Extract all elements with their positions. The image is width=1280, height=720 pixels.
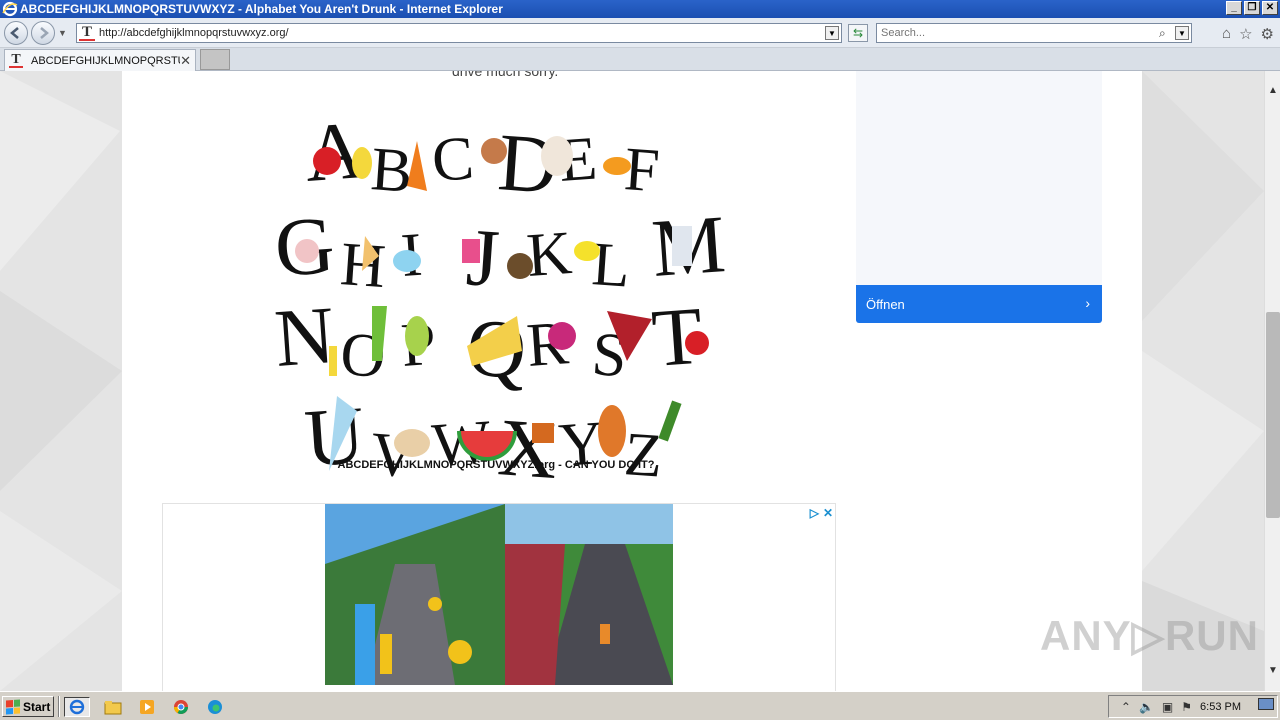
refresh-button[interactable]: ⇆: [848, 24, 868, 42]
banana-icon: [352, 147, 372, 179]
media-player-icon: [140, 700, 154, 714]
lemon-icon: [574, 241, 600, 261]
volume-icon[interactable]: 🔈: [1139, 700, 1154, 714]
favorites-star-icon[interactable]: ☆: [1239, 25, 1252, 43]
settings-gear-icon[interactable]: ⚙: [1261, 25, 1274, 43]
alphabet-letter-l: L: [590, 230, 633, 300]
navigation-bar: ▼ T http://abcdefghijklmnopqrstuvwxyz.or…: [0, 18, 1280, 48]
milk-icon: [672, 226, 692, 266]
home-icon[interactable]: ⌂: [1222, 25, 1231, 43]
alphabet-letter-k: K: [525, 219, 575, 290]
taskbar-separator: [58, 696, 60, 717]
kiwi-icon: [507, 253, 533, 279]
vanilla-icon: [394, 429, 430, 457]
chevron-right-icon: ›: [1085, 295, 1090, 311]
minimize-button[interactable]: _: [1226, 1, 1242, 15]
refresh-icon: ⇆: [852, 26, 864, 40]
advertisement[interactable]: ▷ ✕: [162, 503, 836, 691]
alphabet-illustration: ABCDEFGHIJKLMNOPQRSTUVWXYZ: [272, 111, 727, 481]
search-dropdown-icon[interactable]: ▼: [1175, 26, 1189, 40]
chrome-icon: [174, 700, 188, 714]
vertical-scrollbar[interactable]: ▲ ▼: [1264, 71, 1280, 691]
page-content: drive much sorry. ABCDEFGHIJKLMNOPQRSTUV…: [122, 71, 1142, 691]
windows-logo-icon: [6, 699, 20, 714]
ice-icon: [393, 250, 421, 272]
open-ad-button[interactable]: Öffnen ›: [856, 285, 1102, 323]
scroll-down-icon[interactable]: ▼: [1265, 663, 1280, 679]
back-button[interactable]: [4, 21, 28, 45]
fish-icon: [603, 157, 631, 175]
address-dropdown-icon[interactable]: ▼: [825, 26, 839, 40]
ad-choices[interactable]: ▷ ✕: [810, 506, 833, 520]
taskbar-clock[interactable]: 6:53 PM: [1200, 701, 1241, 713]
tray-expand-icon[interactable]: ⌃: [1121, 700, 1131, 714]
search-box[interactable]: ⌕ ▼: [876, 23, 1192, 43]
show-desktop-icon[interactable]: [1258, 698, 1274, 710]
system-tray: ⌃ 🔈 ▣ ⚑ 6:53 PM: [1108, 695, 1278, 718]
window-controls: _ ❐ ✕: [1226, 1, 1278, 15]
taskbar-chrome-icon[interactable]: [168, 697, 194, 717]
yam-icon: [598, 405, 626, 457]
start-label: Start: [23, 699, 51, 714]
raspberry-icon: [548, 322, 576, 350]
search-icon[interactable]: ⌕: [1159, 26, 1173, 40]
alphabet-letter-z: Z: [622, 420, 665, 481]
taskbar-edge-icon[interactable]: [202, 697, 228, 717]
page-viewport: drive much sorry. ABCDEFGHIJKLMNOPQRSTUV…: [0, 71, 1264, 691]
forward-arrow-icon: [40, 27, 49, 39]
browser-toolbar-icons: ⌂ ☆ ⚙: [1222, 25, 1274, 43]
tab-title: ABCDEFGHIJKLMNOPQRSTU...: [31, 54, 181, 67]
maximize-button[interactable]: ❐: [1244, 1, 1260, 15]
tab-alphabet[interactable]: T ABCDEFGHIJKLMNOPQRSTU... ✕: [4, 49, 196, 71]
zucchini-icon: [658, 400, 682, 442]
taskbar: Start ⌃ 🔈 ▣ ⚑ 6:53 PM: [0, 691, 1280, 720]
forward-button[interactable]: [31, 21, 55, 45]
donut-icon: [481, 138, 507, 164]
history-dropdown-icon[interactable]: ▼: [58, 28, 67, 38]
adchoices-icon[interactable]: ▷: [810, 506, 819, 520]
side-advertisement: [856, 71, 1102, 285]
network-icon[interactable]: ▣: [1162, 700, 1173, 714]
tab-close-icon[interactable]: ✕: [180, 53, 191, 69]
start-button[interactable]: Start: [2, 696, 54, 717]
alphabet-caption: ABCDEFGHIJKLMNOPQRSTUVWXYZ.org - CAN YOU…: [337, 459, 655, 471]
taskbar-media-icon[interactable]: [134, 697, 160, 717]
tomato-icon: [685, 331, 709, 355]
ad-close-icon[interactable]: ✕: [823, 506, 833, 520]
apple-icon: [313, 147, 341, 175]
xmas-cookie-icon: [532, 423, 554, 443]
flag-icon[interactable]: ⚑: [1181, 700, 1192, 714]
site-favicon-icon: T: [79, 25, 95, 41]
alphabet-letter-b: B: [369, 135, 415, 206]
folder-icon: [104, 701, 122, 715]
close-button[interactable]: ✕: [1262, 1, 1278, 15]
window-title: ABCDEFGHIJKLMNOPQRSTUVWXYZ - Alphabet Yo…: [20, 2, 503, 16]
anyrun-watermark: ANY▷RUN: [1040, 612, 1259, 659]
game-ad-image[interactable]: [325, 504, 673, 685]
address-bar[interactable]: T http://abcdefghijklmnopqrstuvwxyz.org/…: [76, 23, 842, 43]
address-url[interactable]: http://abcdefghijklmnopqrstuvwxyz.org/: [99, 27, 825, 39]
back-arrow-icon: [10, 27, 19, 39]
window-titlebar: ABCDEFGHIJKLMNOPQRSTUVWXYZ - Alphabet Yo…: [0, 0, 1280, 18]
scroll-up-icon[interactable]: ▲: [1265, 83, 1280, 99]
egg-icon: [541, 136, 573, 176]
internet-explorer-icon: [69, 699, 85, 715]
edge-icon: [208, 700, 222, 714]
taskbar-explorer-icon[interactable]: [100, 697, 126, 717]
alphabet-letter-c: C: [430, 124, 476, 195]
nut-icon: [329, 346, 337, 376]
tab-bar: T ABCDEFGHIJKLMNOPQRSTU... ✕: [0, 48, 1280, 71]
alphabet-letter-n: N: [272, 289, 337, 384]
pear-icon: [405, 316, 429, 356]
garlic-icon: [295, 239, 319, 263]
scroll-thumb[interactable]: [1266, 312, 1280, 518]
juice-icon: [462, 239, 480, 263]
search-input[interactable]: [881, 27, 1159, 39]
open-ad-label: Öffnen: [866, 296, 905, 312]
taskbar-ie-icon[interactable]: [64, 697, 90, 717]
new-tab-button[interactable]: [200, 49, 230, 70]
clipped-text: drive much sorry.: [452, 71, 559, 79]
internet-explorer-icon: [2, 1, 18, 17]
tab-favicon-icon: T: [9, 53, 23, 68]
